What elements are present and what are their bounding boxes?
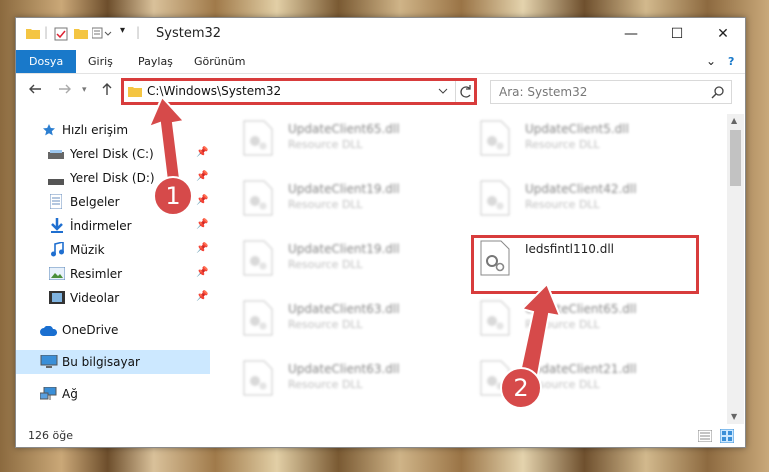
pin-icon[interactable]: 📌 bbox=[196, 243, 208, 254]
file-name: UpdateClient63.dll bbox=[288, 362, 400, 376]
pin-icon[interactable]: 📌 bbox=[196, 219, 208, 230]
callout-number-2: 2 bbox=[500, 367, 542, 409]
file-name: UpdateClient65.dll bbox=[288, 122, 400, 136]
sidebar-item-music[interactable]: Müzik 📌 bbox=[16, 238, 210, 262]
callout-number-1: 1 bbox=[153, 176, 193, 216]
window-title: System32 bbox=[156, 26, 222, 41]
search-input[interactable]: Ara: System32 bbox=[499, 85, 587, 99]
details-view-icon[interactable] bbox=[697, 429, 713, 445]
search-box[interactable]: Ara: System32 bbox=[490, 80, 732, 104]
cloud-icon bbox=[40, 325, 58, 339]
help-icon[interactable]: ? bbox=[728, 50, 734, 73]
file-item[interactable]: UpdateClient19.dll Resource DLL bbox=[242, 236, 462, 284]
sidebar-item-label: OneDrive bbox=[62, 323, 119, 337]
close-button[interactable]: ✕ bbox=[700, 18, 746, 50]
file-item[interactable]: UpdateClient42.dll Resource DLL bbox=[479, 176, 699, 224]
customize-toolbar-icon[interactable]: ▾ bbox=[120, 25, 125, 36]
file-name: UpdateClient19.dll bbox=[288, 242, 400, 256]
minimize-button[interactable]: — bbox=[608, 18, 654, 50]
file-type: Resource DLL bbox=[525, 138, 600, 151]
file-item[interactable]: UpdateClient63.dll Resource DLL bbox=[242, 356, 462, 404]
file-type: Resource DLL bbox=[288, 198, 363, 211]
file-name: UpdateClient63.dll bbox=[288, 302, 400, 316]
sidebar-item-label: Resimler bbox=[70, 267, 123, 281]
file-type: Resource DLL bbox=[525, 198, 600, 211]
dll-file-icon bbox=[242, 180, 274, 216]
sidebar-item-label: Hızlı erişim bbox=[62, 123, 129, 137]
file-name: UpdateClient5.dll bbox=[525, 122, 629, 136]
videos-icon bbox=[49, 291, 65, 307]
sidebar-item-label: Müzik bbox=[70, 243, 105, 257]
title-bar: | ▾ | System32 — ☐ ✕ bbox=[16, 18, 745, 50]
dll-file-icon bbox=[242, 240, 274, 276]
computer-icon bbox=[40, 354, 58, 372]
dll-file-icon bbox=[479, 180, 511, 216]
tab-view[interactable]: Görünüm bbox=[194, 50, 245, 73]
up-arrow-icon[interactable] bbox=[100, 82, 114, 100]
ribbon-tabs: Dosya Giriş Paylaş Görünüm ⌄ ? bbox=[16, 50, 745, 74]
download-icon bbox=[50, 218, 64, 236]
dll-file-icon bbox=[242, 300, 274, 336]
sidebar-item-videos[interactable]: Videolar 📌 bbox=[16, 286, 210, 310]
new-folder-icon[interactable] bbox=[74, 27, 88, 42]
sidebar-item-network[interactable]: Ağ bbox=[16, 382, 210, 406]
tab-file[interactable]: Dosya bbox=[16, 50, 77, 73]
star-icon bbox=[42, 123, 56, 140]
network-icon bbox=[39, 386, 58, 404]
file-type: Resource DLL bbox=[288, 318, 363, 331]
file-item[interactable]: UpdateClient65.dll Resource DLL bbox=[242, 116, 462, 164]
tab-share[interactable]: Paylaş bbox=[138, 50, 173, 73]
properties-icon[interactable] bbox=[54, 27, 68, 44]
forward-arrow-icon[interactable] bbox=[58, 82, 72, 100]
file-item[interactable]: UpdateClient5.dll Resource DLL bbox=[479, 116, 699, 164]
documents-icon bbox=[49, 193, 63, 212]
scrollbar-thumb[interactable] bbox=[730, 130, 741, 186]
back-arrow-icon[interactable] bbox=[28, 82, 42, 100]
dll-file-icon bbox=[479, 120, 511, 156]
drive-icon bbox=[48, 149, 64, 163]
sidebar-item-onedrive[interactable]: OneDrive bbox=[16, 318, 210, 342]
recent-locations-icon[interactable]: ▾ bbox=[82, 85, 87, 95]
large-icons-view-icon[interactable] bbox=[719, 428, 735, 446]
tab-home[interactable]: Giriş bbox=[88, 50, 113, 73]
file-item[interactable]: UpdateClient63.dll Resource DLL bbox=[242, 296, 462, 344]
file-name: UpdateClient19.dll bbox=[288, 182, 400, 196]
file-type: Resource DLL bbox=[288, 378, 363, 391]
sidebar-item-label: Belgeler bbox=[70, 195, 120, 209]
dll-file-icon bbox=[242, 120, 274, 156]
sidebar-item-label: Videolar bbox=[70, 291, 120, 305]
file-name: UpdateClient42.dll bbox=[525, 182, 637, 196]
file-type: Resource DLL bbox=[288, 138, 363, 151]
scroll-down-icon[interactable]: ▼ bbox=[731, 412, 737, 421]
file-item[interactable]: UpdateClient19.dll Resource DLL bbox=[242, 176, 462, 224]
vertical-scrollbar[interactable]: ▲ ▼ bbox=[727, 114, 744, 424]
scroll-up-icon[interactable]: ▲ bbox=[731, 116, 737, 125]
ribbon-expand-icon[interactable]: ⌄ bbox=[706, 50, 716, 73]
sidebar-item-pictures[interactable]: Resimler 📌 bbox=[16, 262, 210, 286]
dll-file-icon bbox=[242, 360, 274, 396]
music-icon bbox=[50, 240, 64, 260]
pictures-icon bbox=[48, 266, 66, 283]
file-type: Resource DLL bbox=[288, 258, 363, 271]
maximize-button[interactable]: ☐ bbox=[654, 18, 700, 50]
item-count: 126 öğe bbox=[28, 429, 73, 442]
sidebar-item-this-pc[interactable]: Bu bilgisayar bbox=[16, 350, 210, 374]
view-options-icon[interactable] bbox=[91, 27, 114, 42]
folder-icon[interactable] bbox=[26, 27, 40, 42]
status-bar: 126 öğe bbox=[16, 425, 745, 447]
sidebar-item-label: İndirmeler bbox=[70, 219, 132, 233]
search-icon[interactable] bbox=[711, 85, 725, 102]
drive-icon bbox=[48, 175, 64, 189]
pin-icon[interactable]: 📌 bbox=[196, 267, 208, 278]
pin-icon[interactable]: 📌 bbox=[196, 291, 208, 302]
sidebar-item-label: Ağ bbox=[62, 387, 78, 401]
sidebar-item-label: Bu bilgisayar bbox=[62, 355, 140, 369]
